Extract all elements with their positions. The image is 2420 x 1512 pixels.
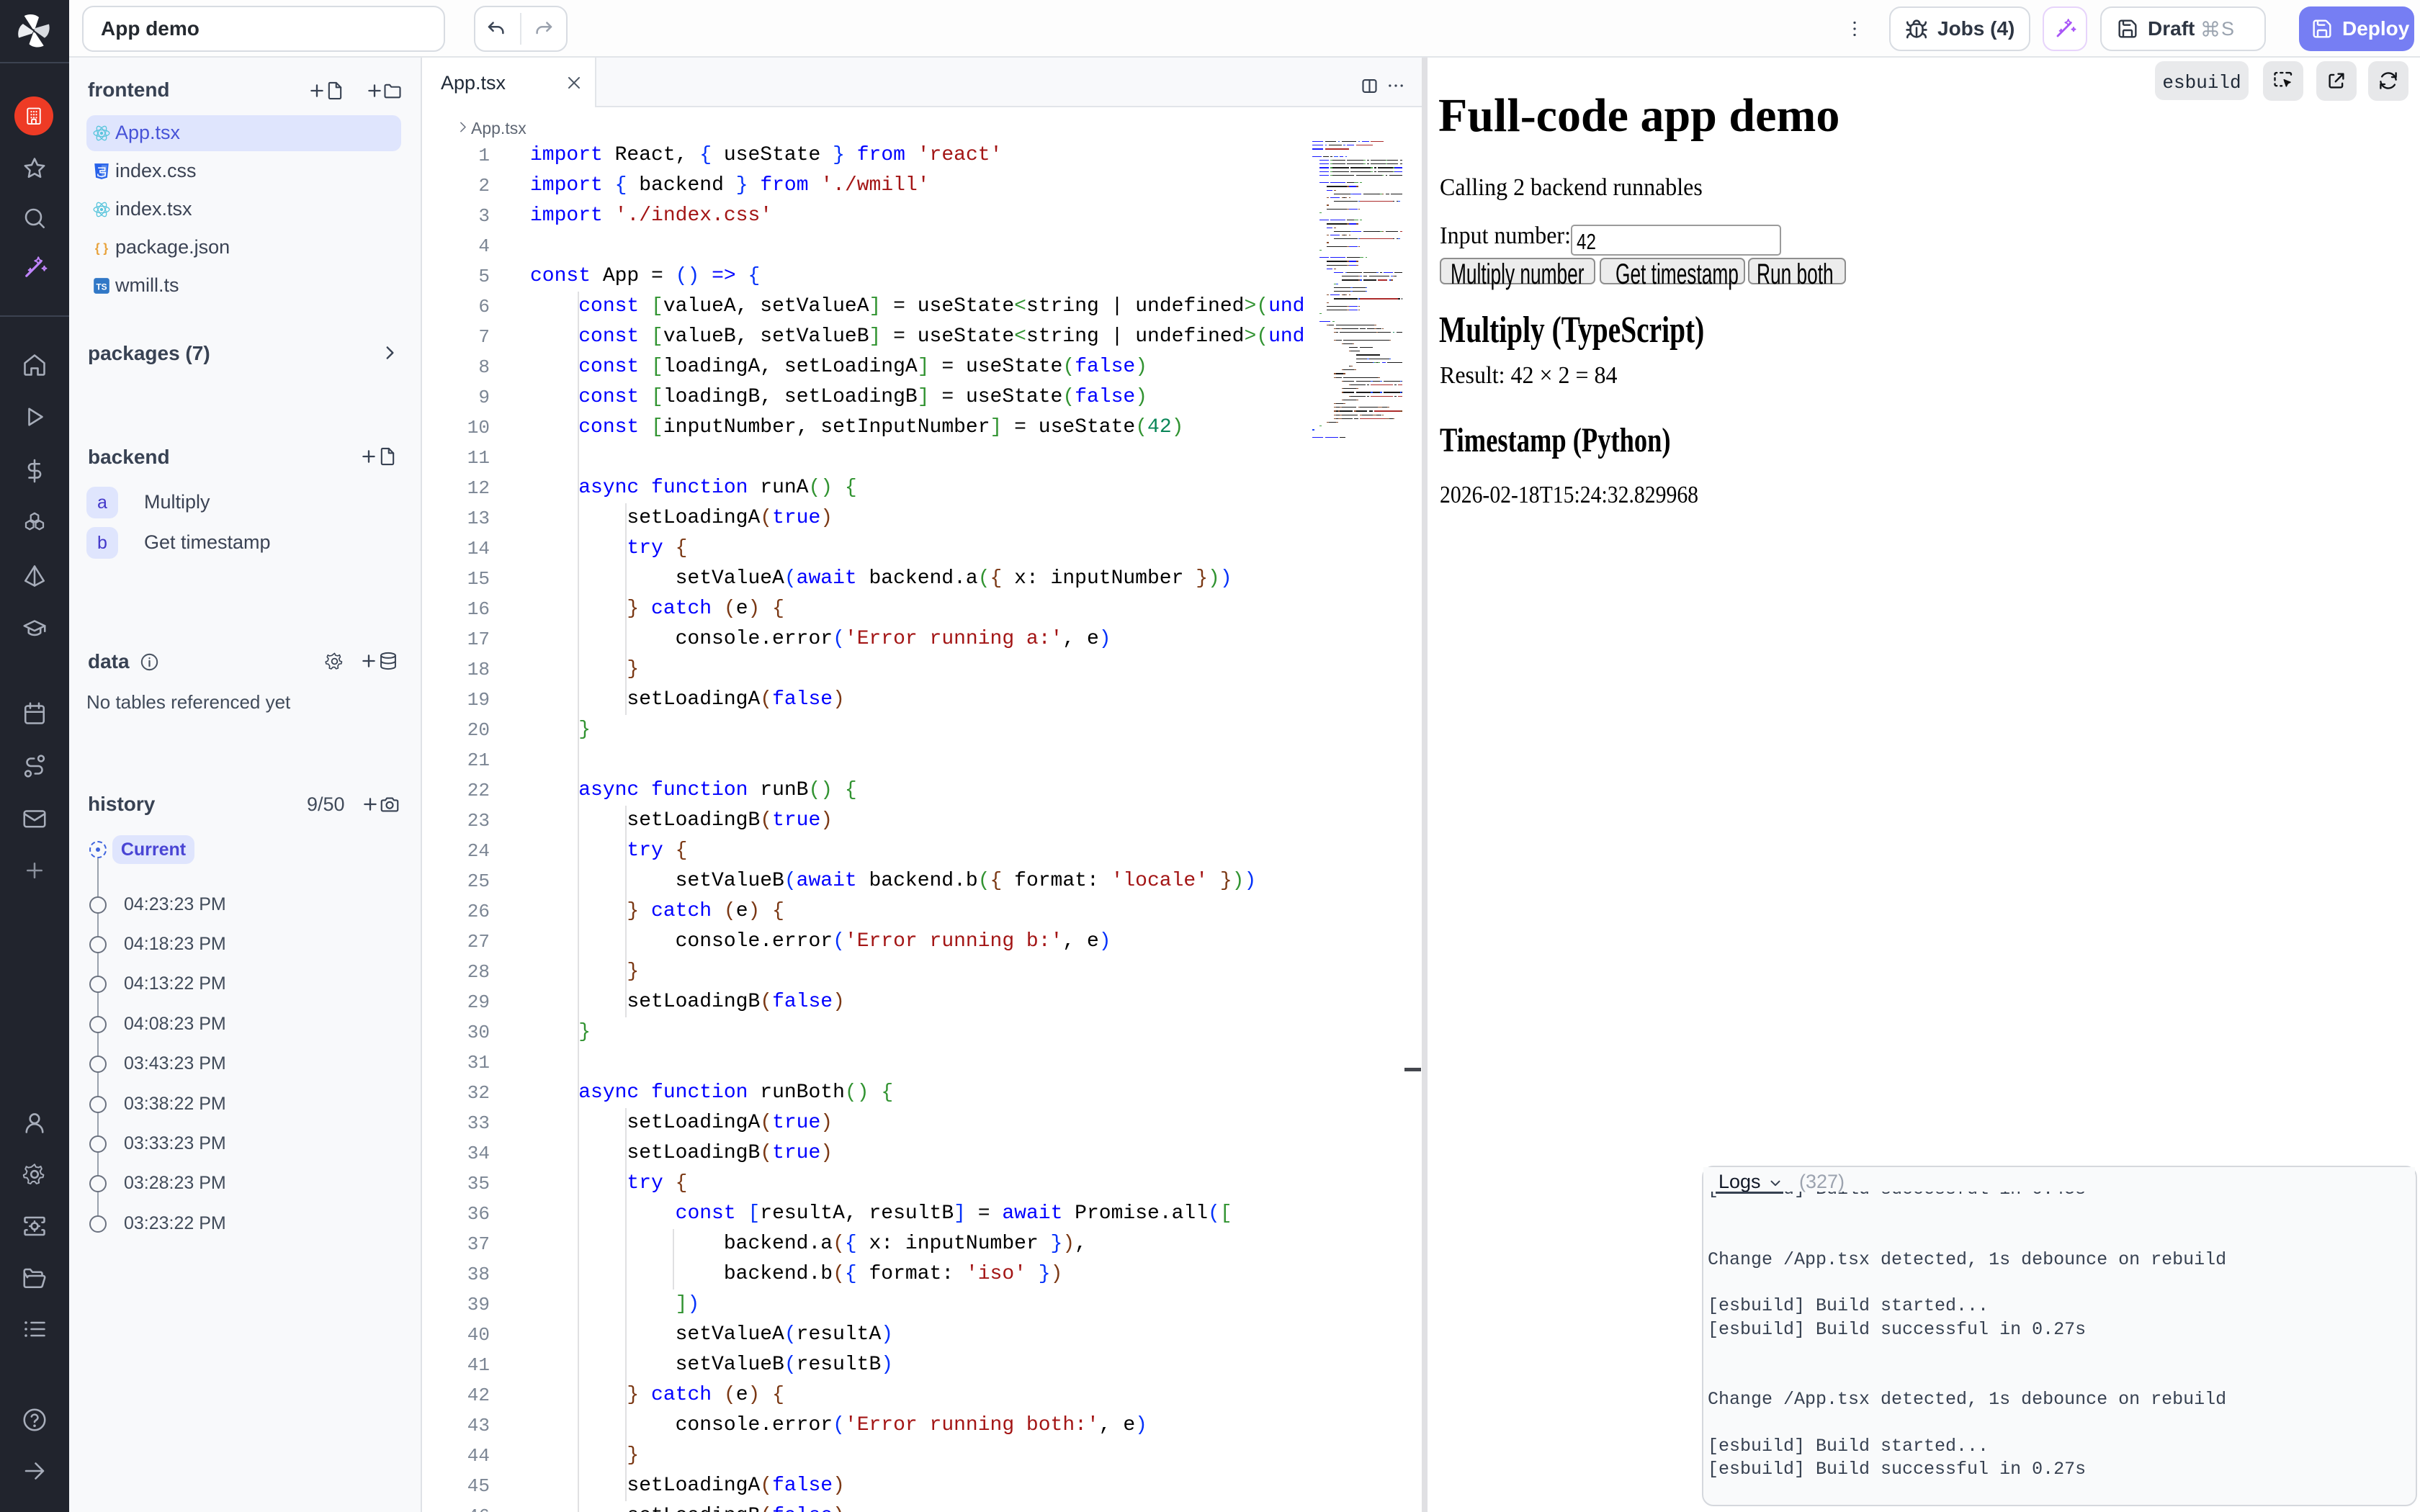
svg-text:{ }: { } xyxy=(95,241,109,256)
svg-text:TS: TS xyxy=(96,282,107,292)
